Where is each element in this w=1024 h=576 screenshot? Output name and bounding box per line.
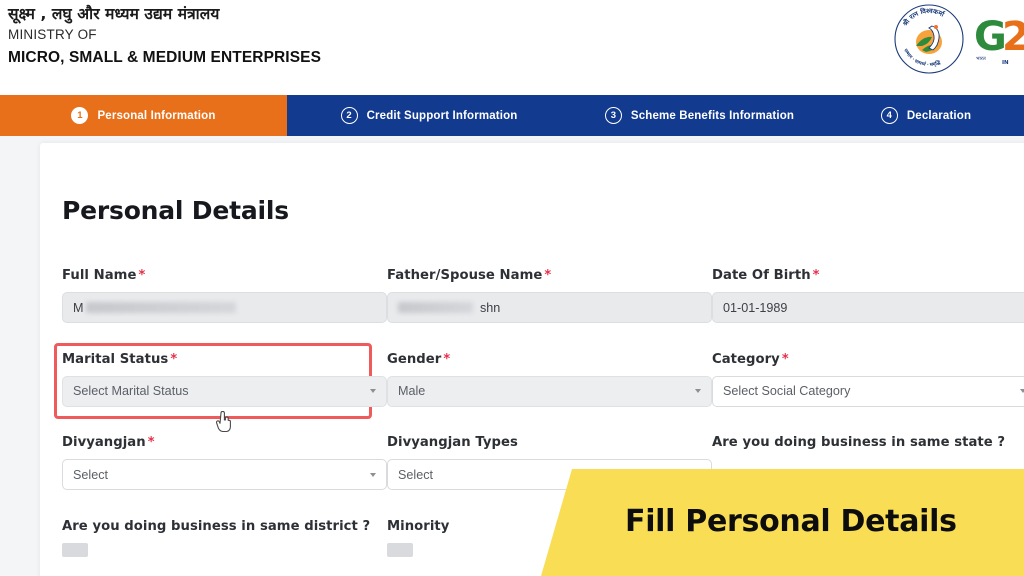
- business-same-district-checkbox[interactable]: [62, 542, 88, 557]
- father-spouse-name-input[interactable]: shn: [387, 292, 712, 323]
- tab-label-scheme-benefits-information: Scheme Benefits Information: [630, 109, 795, 122]
- tab-scheme-benefits-information[interactable]: 3 Scheme Benefits Information: [571, 95, 828, 136]
- pointing-hand-cursor: [215, 410, 233, 433]
- field-category: Category * Select Social Category: [712, 352, 1024, 407]
- field-full-name: Full Name * M: [62, 268, 387, 323]
- step-number-2: 2: [340, 107, 358, 124]
- tab-label-personal-information: Personal Information: [97, 109, 216, 122]
- father-spouse-name-value: shn: [480, 300, 501, 315]
- form-row-2: Marital Status * Select Marital Status Ge…: [54, 342, 1024, 419]
- required-asterisk: *: [812, 268, 820, 283]
- page-title: Personal Details: [62, 196, 289, 225]
- page-header: सूक्ष्म , लघु और मध्यम उद्यम मंत्रालय MI…: [0, 0, 1024, 95]
- required-asterisk: *: [781, 351, 789, 367]
- redacted-text-mask: [85, 302, 236, 313]
- step-number-4: 4: [880, 107, 898, 124]
- required-asterisk: *: [170, 351, 178, 367]
- redacted-text-mask: [398, 302, 473, 313]
- divyangjan-types-value: Select: [398, 467, 434, 482]
- tab-label-declaration: Declaration: [906, 109, 972, 122]
- label-date-of-birth: Date Of Birth *: [712, 268, 820, 283]
- svg-text:2: 2: [1002, 14, 1024, 60]
- svg-text:भारत: भारत: [976, 56, 986, 62]
- label-category: Category *: [712, 351, 789, 367]
- chevron-down-icon: [370, 389, 376, 393]
- label-divyangjan-types: Divyangjan Types: [387, 435, 518, 450]
- divyangjan-select[interactable]: Select: [62, 459, 387, 490]
- field-date-of-birth: Date Of Birth * 01-01-1989: [712, 268, 1024, 323]
- ministry-name-hindi: सूक्ष्म , लघु और मध्यम उद्यम मंत्रालय: [8, 5, 220, 23]
- tab-personal-information[interactable]: 1 Personal Information: [0, 95, 287, 136]
- svg-text:IN: IN: [1002, 60, 1009, 66]
- required-asterisk: *: [138, 268, 146, 283]
- label-gender: Gender *: [387, 351, 451, 367]
- field-gender: Gender * Male: [387, 352, 712, 407]
- required-asterisk: *: [443, 351, 451, 367]
- marital-status-value: Select Marital Status: [73, 384, 189, 398]
- chevron-down-icon: [695, 389, 701, 393]
- category-value: Select Social Category: [723, 384, 851, 398]
- chevron-down-icon: [1020, 389, 1024, 393]
- label-business-same-state: Are you doing business in same state ?: [712, 435, 1006, 450]
- gender-select[interactable]: Male: [387, 375, 712, 407]
- label-business-same-district: Are you doing business in same district …: [62, 518, 371, 534]
- tab-declaration[interactable]: 4 Declaration: [828, 95, 1024, 136]
- india-national-emblem-icon: श्री रत्न विश्वकर्मा सम्मान · सामर्थ्य ·…: [892, 2, 966, 76]
- divyangjan-value: Select: [73, 467, 109, 482]
- chevron-down-icon: [370, 472, 376, 477]
- date-of-birth-input[interactable]: 01-01-1989: [712, 292, 1024, 323]
- required-asterisk: *: [544, 268, 552, 283]
- marital-status-select[interactable]: Select Marital Status: [62, 375, 387, 407]
- full-name-input[interactable]: M: [62, 292, 387, 323]
- category-select[interactable]: Select Social Category: [712, 375, 1024, 407]
- field-father-spouse-name: Father/Spouse Name * shn: [387, 268, 712, 323]
- label-father-spouse-name: Father/Spouse Name *: [387, 268, 552, 283]
- field-business-same-district: Are you doing business in same district …: [62, 519, 387, 557]
- field-marital-status: Marital Status * Select Marital Status: [54, 342, 387, 419]
- ministry-of-label: MINISTRY OF: [8, 27, 97, 42]
- label-full-name: Full Name *: [62, 268, 146, 283]
- wizard-step-tabs: 1 Personal Information 2 Credit Support …: [0, 95, 1024, 136]
- step-number-3: 3: [604, 107, 622, 124]
- gender-value: Male: [398, 384, 426, 398]
- required-asterisk: *: [147, 435, 155, 450]
- ministry-name-english: MICRO, SMALL & MEDIUM ENTERPRISES: [8, 49, 322, 66]
- full-name-value: M: [73, 300, 84, 315]
- label-marital-status: Marital Status *: [62, 351, 178, 367]
- g20-logo-icon: G 2 भारत IN: [972, 4, 1024, 74]
- mmsme-udyam-registration-screen: सूक्ष्म , लघु और मध्यम उद्यम मंत्रालय MI…: [0, 0, 1024, 576]
- tab-credit-support-information[interactable]: 2 Credit Support Information: [287, 95, 571, 136]
- date-of-birth-value: 01-01-1989: [723, 300, 788, 315]
- banner-text: Fill Personal Details: [625, 504, 957, 539]
- field-divyangjan: Divyangjan * Select: [62, 435, 387, 490]
- header-logos: श्री रत्न विश्वकर्मा सम्मान · सामर्थ्य ·…: [892, 2, 1024, 76]
- label-divyangjan: Divyangjan *: [62, 435, 155, 450]
- tab-label-credit-support-information: Credit Support Information: [366, 109, 518, 122]
- ministry-branding: सूक्ष्म , लघु और मध्यम उद्यम मंत्रालय MI…: [8, 4, 321, 68]
- minority-checkbox[interactable]: [387, 542, 413, 557]
- svg-text:श्री रत्न विश्वकर्मा: श्री रत्न विश्वकर्मा: [900, 6, 947, 28]
- step-number-1: 1: [71, 107, 89, 124]
- form-row-1: Full Name * M Father/Spouse Name * shn Dat…: [62, 268, 1024, 323]
